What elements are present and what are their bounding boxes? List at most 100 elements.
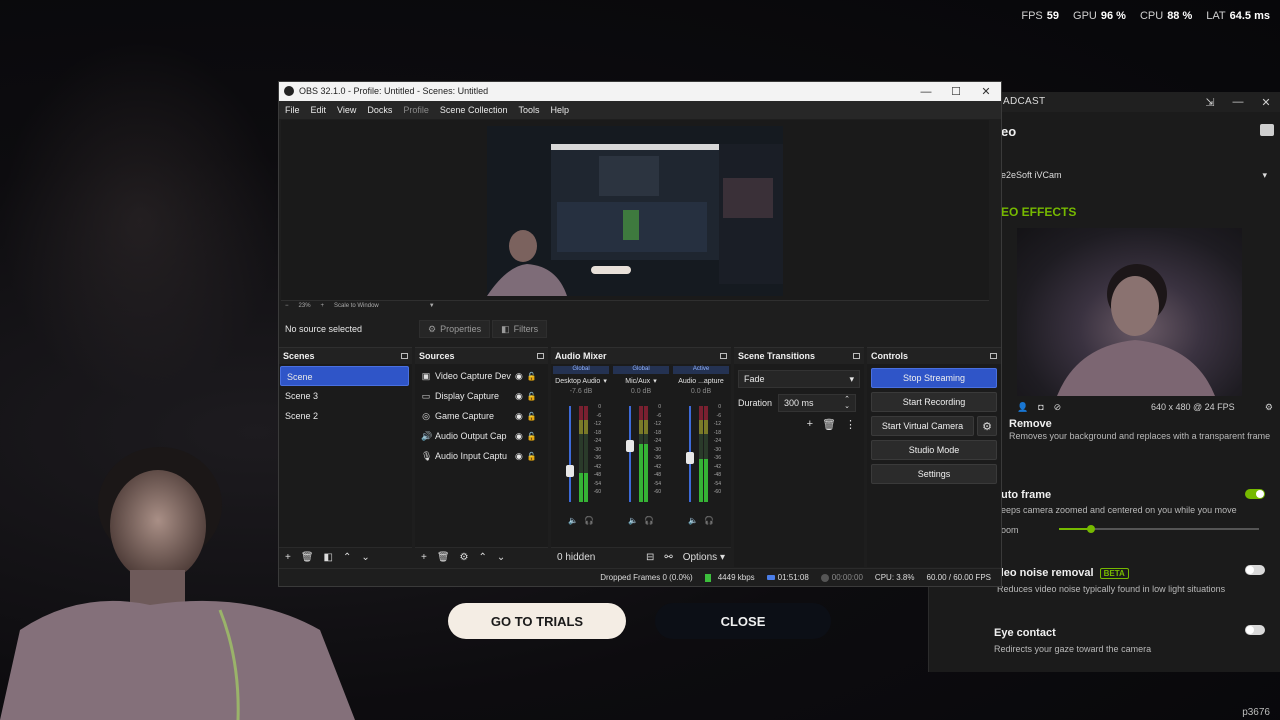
volume-fader[interactable] xyxy=(626,406,634,502)
headphones-icon[interactable]: 🎧 xyxy=(584,516,594,525)
zoom-slider[interactable] xyxy=(1059,525,1259,533)
menu-scene-collection[interactable]: Scene Collection xyxy=(440,105,508,115)
source-row[interactable]: ▣ Video Capture Dev ◉ 🔓 xyxy=(415,366,548,386)
lock-icon[interactable]: 🔓 xyxy=(527,452,537,461)
lock-icon[interactable]: 🔓 xyxy=(527,432,537,441)
more-icon[interactable]: ⋮ xyxy=(845,418,856,431)
effect-title: Remove xyxy=(1009,418,1052,430)
scale-label[interactable]: Scale to Window xyxy=(334,303,379,309)
volume-fader[interactable] xyxy=(686,406,694,502)
up-arrow-icon[interactable]: ⌃ xyxy=(479,552,487,563)
transition-select[interactable]: Fade ▾ xyxy=(738,370,860,388)
add-icon[interactable]: + xyxy=(807,418,813,431)
filters-button[interactable]: ◧ Filters xyxy=(492,320,548,338)
trash-icon[interactable]: 🗑 xyxy=(437,552,450,563)
fader-knob[interactable] xyxy=(566,465,574,477)
speaker-icon[interactable]: 🔈 xyxy=(688,516,698,525)
hide-icon[interactable]: ⊘ xyxy=(1054,402,1062,413)
minimize-icon[interactable]: — xyxy=(911,82,941,101)
dock-float-icon[interactable] xyxy=(990,353,997,359)
filter-icon[interactable]: ◧ xyxy=(324,552,333,563)
chevron-down-icon[interactable]: ▾ xyxy=(603,377,607,385)
gear-icon[interactable]: ⚙ xyxy=(460,552,469,563)
menu-tools[interactable]: Tools xyxy=(518,105,539,115)
maximize-icon[interactable]: ☐ xyxy=(941,82,971,101)
close-button[interactable]: CLOSE xyxy=(655,603,831,639)
trash-icon[interactable]: 🗑 xyxy=(301,552,314,563)
down-arrow-icon[interactable]: ⌄ xyxy=(497,552,505,563)
noise-removal-toggle[interactable] xyxy=(1245,565,1265,575)
settings-icon[interactable]: ⚙ xyxy=(1265,402,1273,413)
start-recording-button[interactable]: Start Recording xyxy=(871,392,997,412)
properties-button[interactable]: ⚙ Properties xyxy=(419,320,491,338)
source-row[interactable]: 🎙 Audio Input Captu ◉ 🔓 xyxy=(415,446,548,466)
visibility-icon[interactable]: ◉ xyxy=(515,451,523,462)
scene-item[interactable]: Scene 3 xyxy=(279,386,412,406)
gear-icon[interactable]: ⚙ xyxy=(977,416,997,436)
hidden-count[interactable]: 0 hidden xyxy=(557,552,595,563)
up-arrow-icon[interactable]: ⌃ xyxy=(343,552,351,563)
fader-knob[interactable] xyxy=(686,452,694,464)
close-icon[interactable]: ✕ xyxy=(971,82,1001,101)
menu-profile[interactable]: Profile xyxy=(403,105,429,115)
down-arrow-icon[interactable]: ⌄ xyxy=(361,552,369,563)
speaker-icon[interactable]: 🔈 xyxy=(568,516,578,525)
lock-icon[interactable]: 🔓 xyxy=(527,412,537,421)
person-icon[interactable]: 👤 xyxy=(1017,402,1028,413)
dock-float-icon[interactable] xyxy=(401,353,408,359)
zoom-in-icon[interactable]: + xyxy=(321,303,325,309)
camera-icon[interactable]: ◘ xyxy=(1038,402,1043,412)
menu-edit[interactable]: Edit xyxy=(311,105,327,115)
headphones-icon[interactable]: 🎧 xyxy=(644,516,654,525)
popout-icon[interactable]: ⇲ xyxy=(1196,92,1224,112)
dock-float-icon[interactable] xyxy=(537,353,544,359)
menu-view[interactable]: View xyxy=(337,105,356,115)
spinner-icon[interactable]: ⌃ ⌄ xyxy=(844,396,850,410)
lock-icon[interactable]: 🔓 xyxy=(527,372,537,381)
link-icon[interactable]: ⚯ xyxy=(664,552,672,563)
visibility-icon[interactable]: ◉ xyxy=(515,391,523,402)
go-to-trials-button[interactable]: GO TO TRIALS xyxy=(448,603,626,639)
source-row[interactable]: ▭ Display Capture ◉ 🔓 xyxy=(415,386,548,406)
layout-icon[interactable]: ⊟ xyxy=(646,552,654,563)
visibility-icon[interactable]: ◉ xyxy=(515,411,523,422)
visibility-icon[interactable]: ◉ xyxy=(515,371,523,382)
close-icon[interactable]: ✕ xyxy=(1252,92,1280,112)
minimize-icon[interactable]: — xyxy=(1224,92,1252,112)
start-virtual-camera-button[interactable]: Start Virtual Camera xyxy=(871,416,974,436)
lock-icon[interactable]: 🔓 xyxy=(527,392,537,401)
options-button[interactable]: Options ▾ xyxy=(683,552,725,563)
source-row[interactable]: ◎ Game Capture ◉ 🔓 xyxy=(415,406,548,426)
headphones-icon[interactable]: 🎧 xyxy=(704,516,714,525)
chevron-down-icon[interactable]: ▾ xyxy=(653,377,657,385)
duration-input[interactable]: 300 ms ⌃ ⌄ xyxy=(778,394,857,412)
menu-docks[interactable]: Docks xyxy=(367,105,392,115)
source-row[interactable]: 🔊 Audio Output Cap ◉ 🔓 xyxy=(415,426,548,446)
trash-icon[interactable]: 🗑 xyxy=(822,418,836,431)
background-blur xyxy=(0,40,280,400)
zoom-slider-knob[interactable] xyxy=(1087,525,1095,533)
speaker-icon[interactable]: 🔈 xyxy=(628,516,638,525)
menu-help[interactable]: Help xyxy=(550,105,569,115)
feedback-icon[interactable] xyxy=(1260,124,1274,136)
visibility-icon[interactable]: ◉ xyxy=(515,431,523,442)
add-icon[interactable]: + xyxy=(285,552,291,563)
dock-float-icon[interactable] xyxy=(853,353,860,359)
scene-item[interactable]: Scene 2 xyxy=(279,406,412,426)
add-icon[interactable]: + xyxy=(421,552,427,563)
volume-fader[interactable] xyxy=(566,406,574,502)
eye-contact-toggle[interactable] xyxy=(1245,625,1265,635)
scene-item[interactable]: Scene xyxy=(280,366,409,386)
dock-float-icon[interactable] xyxy=(720,353,727,359)
auto-frame-toggle[interactable] xyxy=(1245,489,1265,499)
menu-file[interactable]: File xyxy=(285,105,300,115)
device-select[interactable]: e2eSoft iVCam ▾ xyxy=(1001,167,1273,183)
fader-knob[interactable] xyxy=(626,440,634,452)
chevron-down-icon[interactable]: ▼ xyxy=(429,303,435,309)
stop-streaming-button[interactable]: Stop Streaming xyxy=(871,368,997,388)
resolution-label[interactable]: 640 x 480 @ 24 FPS xyxy=(1151,402,1235,412)
program-preview-canvas[interactable] xyxy=(487,126,783,296)
settings-button[interactable]: Settings xyxy=(871,464,997,484)
zoom-out-icon[interactable]: − xyxy=(285,303,289,309)
studio-mode-button[interactable]: Studio Mode xyxy=(871,440,997,460)
